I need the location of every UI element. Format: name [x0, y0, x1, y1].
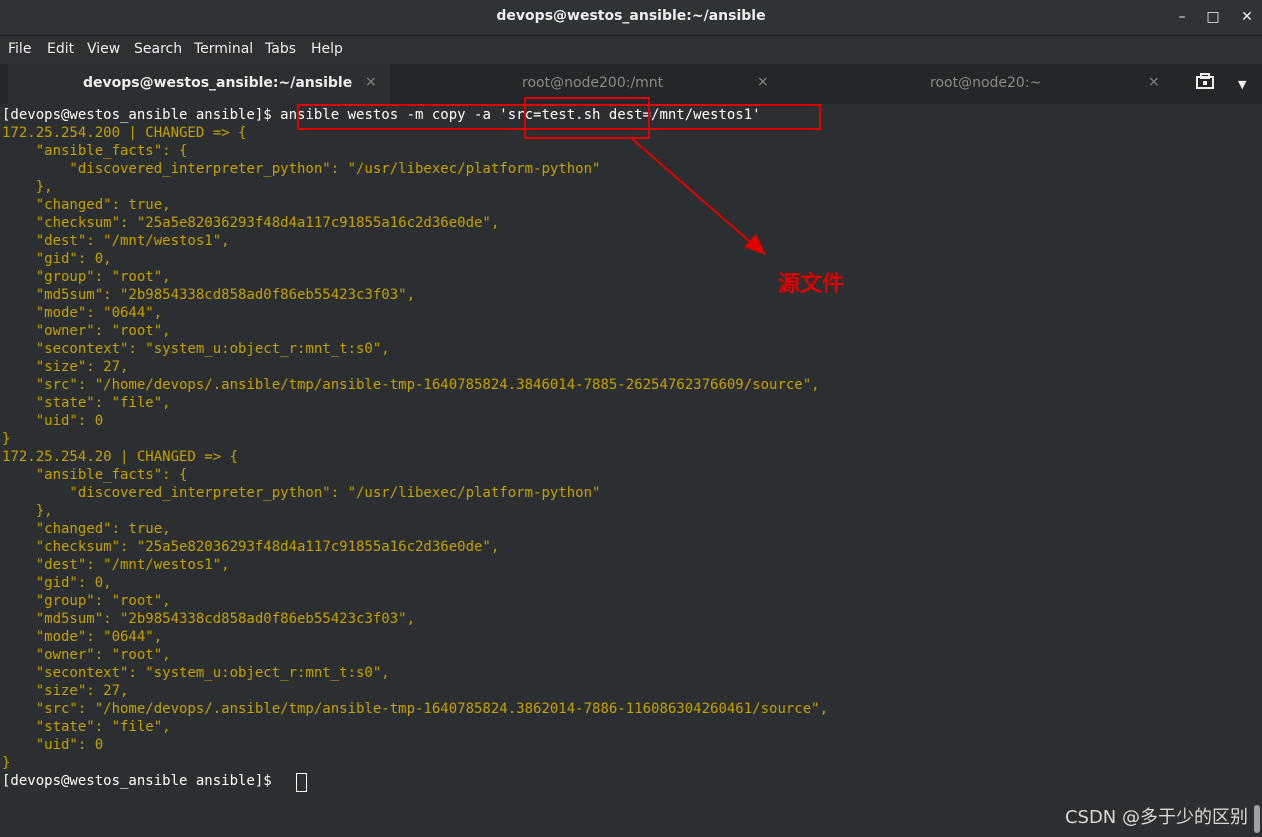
watermark: CSDN @多于少的区别	[1064, 807, 1248, 828]
annotation-arrow	[629, 136, 766, 255]
annotation-label: 源文件	[778, 272, 845, 297]
